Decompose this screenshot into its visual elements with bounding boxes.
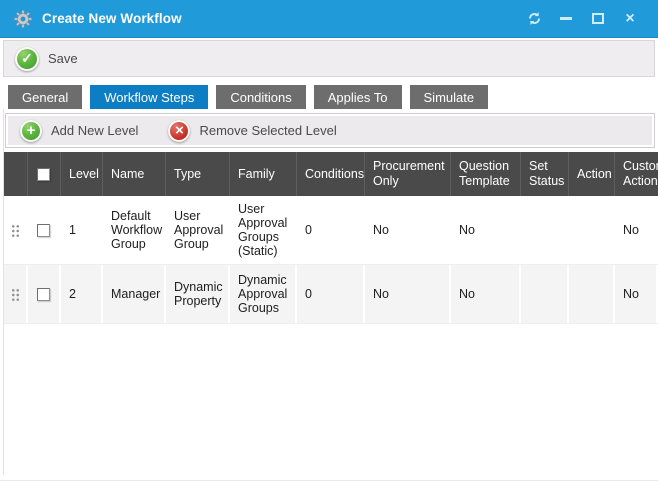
drag-handle-icon[interactable] [11,223,20,237]
cell-conditions: 0 [297,196,365,264]
gear-icon [14,10,32,28]
save-button-label: Save [48,51,78,66]
row-checkbox[interactable] [37,224,50,237]
select-all-checkbox[interactable] [37,168,50,181]
cell-question-template: No [451,265,521,323]
workflow-steps-panel: + Add New Level × Remove Selected Level … [3,109,658,475]
cell-action [569,196,615,264]
add-new-level-label: Add New Level [51,123,138,138]
cell-procurement-only: No [365,196,451,264]
remove-selected-level-button[interactable]: × Remove Selected Level [168,120,336,142]
refresh-icon [527,11,542,26]
minimize-icon [560,17,572,20]
save-button[interactable]: ✓ Save [15,47,78,71]
minimize-button[interactable] [550,6,582,32]
refresh-button[interactable] [518,6,550,32]
save-toolbar: ✓ Save [3,40,655,77]
close-button[interactable]: × [614,6,646,32]
remove-x-icon: × [168,120,190,142]
tab-general[interactable]: General [8,85,82,109]
row-checkbox-cell [28,265,61,323]
create-new-workflow-dialog: Create New Workflow × ✓ Save General Wor… [0,0,658,481]
cell-type: Dynamic Property [166,265,230,323]
save-check-icon: ✓ [15,47,39,71]
row-drag-cell [4,265,28,323]
add-new-level-button[interactable]: + Add New Level [20,120,138,142]
window-title: Create New Workflow [42,11,182,26]
maximize-icon [592,13,604,24]
cell-level: 1 [61,196,103,264]
column-header-family: Family [230,152,297,196]
column-header-type: Type [166,152,230,196]
tab-conditions[interactable]: Conditions [216,85,305,109]
column-header-procurement-only: Procurement Only [365,152,451,196]
add-plus-icon: + [20,120,42,142]
tab-applies-to[interactable]: Applies To [314,85,402,109]
cell-type: User Approval Group [166,196,230,264]
cell-custom-actions: No [615,196,658,264]
tab-simulate[interactable]: Simulate [410,85,489,109]
row-checkbox[interactable] [37,288,50,301]
table-row: 1 Default Workflow Group User Approval G… [4,196,658,265]
column-header-question-template: Question Template [451,152,521,196]
row-drag-cell [4,196,28,264]
column-header-set-status: Set Status [521,152,569,196]
column-header-name: Name [103,152,166,196]
cell-family: Dynamic Approval Groups [230,265,297,323]
select-all-column-header [28,152,61,196]
cell-family: User Approval Groups (Static) [230,196,297,264]
level-toolbar: + Add New Level × Remove Selected Level [5,113,655,148]
cell-action [569,265,615,323]
maximize-button[interactable] [582,6,614,32]
remove-selected-level-label: Remove Selected Level [199,123,336,138]
cell-set-status [521,265,569,323]
titlebar: Create New Workflow × [0,0,658,38]
cell-name: Manager [103,265,166,323]
cell-question-template: No [451,196,521,264]
column-header-custom-actions: Custom Actions [615,152,658,196]
cell-custom-actions: No [615,265,658,323]
tab-workflow-steps[interactable]: Workflow Steps [90,85,208,109]
cell-level: 2 [61,265,103,323]
cell-conditions: 0 [297,265,365,323]
cell-name: Default Workflow Group [103,196,166,264]
drag-handle-column-header [4,152,28,196]
cell-set-status [521,196,569,264]
table-header-row: Level Name Type Family Conditions Procur… [4,152,658,196]
row-checkbox-cell [28,196,61,264]
column-header-level: Level [61,152,103,196]
tab-bar: General Workflow Steps Conditions Applie… [8,85,658,109]
drag-handle-icon[interactable] [11,287,20,301]
column-header-conditions: Conditions [297,152,365,196]
table-row: 2 Manager Dynamic Property Dynamic Appro… [4,265,658,324]
cell-procurement-only: No [365,265,451,323]
window-controls: × [518,6,646,32]
column-header-action: Action [569,152,615,196]
